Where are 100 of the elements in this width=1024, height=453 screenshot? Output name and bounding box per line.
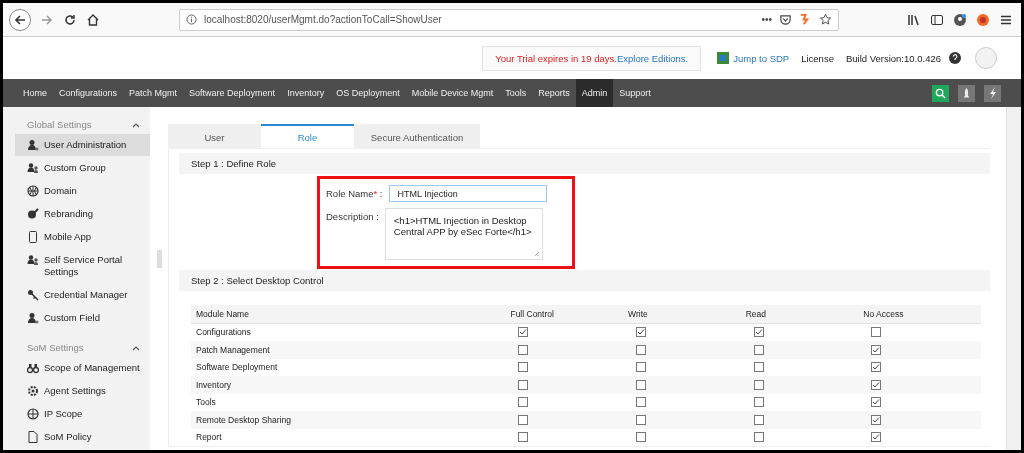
home-icon[interactable] <box>86 12 100 27</box>
module-name: Software Deployment <box>196 362 278 373</box>
checkbox[interactable] <box>518 432 529 443</box>
column-header: No Access <box>863 308 904 319</box>
users-icon <box>27 254 39 266</box>
tab[interactable]: User <box>168 124 261 148</box>
nav-tab[interactable]: Tools <box>499 79 533 107</box>
account-icon[interactable] <box>953 12 967 27</box>
tab[interactable]: Secure Authentication <box>354 124 480 148</box>
module-name: Inventory <box>196 379 231 390</box>
address-bar[interactable]: localhost:8020/userMgmt.do?actionToCall=ShowUser ••• <box>179 8 839 31</box>
sidebar-item[interactable]: Domain <box>15 180 150 202</box>
chevron-icon[interactable] <box>132 121 140 128</box>
nav-tab[interactable]: Mobile Device Mgmt <box>405 79 500 107</box>
role-name-field[interactable]: HTML Injection <box>388 185 547 202</box>
star-icon[interactable] <box>819 13 832 26</box>
trial-text: Your Trial expires in 19 days. <box>495 52 617 64</box>
checkbox[interactable] <box>753 397 764 408</box>
reload-icon[interactable] <box>63 12 77 27</box>
explore-link[interactable]: Explore Editions. <box>616 52 689 64</box>
module-name: Report <box>196 432 222 443</box>
build-version: Build Version:10.0.426 <box>845 52 941 64</box>
jump-link[interactable]: Jump to SDP <box>733 52 790 64</box>
checked-checkbox[interactable] <box>871 344 882 355</box>
resize-grip-icon[interactable] <box>533 251 540 257</box>
checkbox[interactable] <box>636 362 647 373</box>
checkbox[interactable] <box>753 379 764 390</box>
checkbox[interactable] <box>636 379 647 390</box>
info-icon <box>186 14 197 25</box>
checked-checkbox[interactable] <box>871 379 882 390</box>
checked-checkbox[interactable] <box>636 327 647 338</box>
checked-checkbox[interactable] <box>871 397 882 408</box>
checkbox[interactable] <box>753 432 764 443</box>
sidebar-item[interactable]: User Administration <box>15 134 150 156</box>
checkbox[interactable] <box>753 362 764 373</box>
checked-checkbox[interactable] <box>871 362 882 373</box>
checkbox[interactable] <box>753 414 764 425</box>
checkbox[interactable] <box>753 344 764 355</box>
checkbox[interactable] <box>518 379 529 390</box>
sidebar-item[interactable]: IP Scope <box>15 403 150 425</box>
sidebar-item[interactable]: Credential Manager <box>15 284 150 306</box>
binoculars-icon <box>27 362 39 374</box>
sidebar-item[interactable]: Self Service Portal Settings <box>15 249 150 283</box>
checked-checkbox[interactable] <box>518 327 529 338</box>
forward-icon[interactable] <box>40 12 54 27</box>
target-icon <box>27 408 39 420</box>
checkbox[interactable] <box>636 397 647 408</box>
checked-checkbox[interactable] <box>753 327 764 338</box>
browser-logo-icon[interactable] <box>976 12 990 27</box>
phone-icon <box>27 231 39 243</box>
nav-tab[interactable]: Configurations <box>53 79 124 107</box>
checkbox[interactable] <box>636 414 647 425</box>
sidebar-icon[interactable] <box>930 12 944 27</box>
checkbox[interactable] <box>518 397 529 408</box>
back-button[interactable] <box>9 8 31 31</box>
nav-tab[interactable]: Home <box>17 79 53 107</box>
checkbox[interactable] <box>636 344 647 355</box>
pocket-icon[interactable] <box>779 13 792 26</box>
search-icon <box>935 87 946 99</box>
more-button[interactable]: ••• <box>761 14 772 25</box>
sidebar-item[interactable]: Custom Group <box>15 157 150 179</box>
sidebar-item[interactable]: Scope of Management <box>15 357 150 379</box>
checkbox[interactable] <box>518 362 529 373</box>
chevron-icon[interactable] <box>132 344 140 351</box>
lightning-button[interactable] <box>984 84 1001 102</box>
nav-tab[interactable]: OS Deployment <box>330 79 406 107</box>
checked-checkbox[interactable] <box>871 432 882 443</box>
extension-icon[interactable] <box>799 13 812 26</box>
search-button[interactable] <box>932 84 949 102</box>
module-name: Remote Desktop Sharing <box>196 414 291 425</box>
license-link[interactable]: License <box>801 52 834 64</box>
sidebar-item[interactable]: Mobile App <box>15 226 150 248</box>
checkbox[interactable] <box>636 432 647 443</box>
checkbox[interactable] <box>518 344 529 355</box>
module-name: Configurations <box>196 327 251 338</box>
nav-tab[interactable]: Software Deployment <box>183 79 282 107</box>
field-label: Description : <box>326 210 379 224</box>
scrollbar[interactable] <box>1006 107 1021 450</box>
key-icon <box>27 289 39 301</box>
sidebar-item[interactable]: Agent Settings <box>15 380 150 402</box>
nav-tab[interactable]: Patch Mgmt <box>123 79 184 107</box>
help-icon[interactable] <box>949 52 961 64</box>
rocket-button[interactable] <box>958 84 975 102</box>
library-icon[interactable] <box>907 12 921 27</box>
sidebar-item[interactable]: SoM Policy <box>15 426 150 448</box>
nav-tab[interactable]: Reports <box>532 79 576 107</box>
sidebar-item[interactable]: Rebranding <box>15 203 150 225</box>
users-icon <box>27 162 39 174</box>
nav-tab[interactable]: Admin <box>575 79 614 107</box>
sidebar-item[interactable]: Custom Field <box>15 307 150 329</box>
user-icon <box>27 139 39 151</box>
checkbox[interactable] <box>518 414 529 425</box>
checked-checkbox[interactable] <box>871 414 882 425</box>
user-icon <box>27 312 39 324</box>
checkbox[interactable] <box>871 327 882 338</box>
resize-handle[interactable] <box>156 249 162 268</box>
nav-tab[interactable]: Support <box>613 79 657 107</box>
nav-tab[interactable]: Inventory <box>281 79 331 107</box>
column-header: Read <box>745 308 766 319</box>
description-field[interactable]: <h1>HTML Injection in Desktop Central APP by eSec Forte</h1> <box>384 208 543 260</box>
